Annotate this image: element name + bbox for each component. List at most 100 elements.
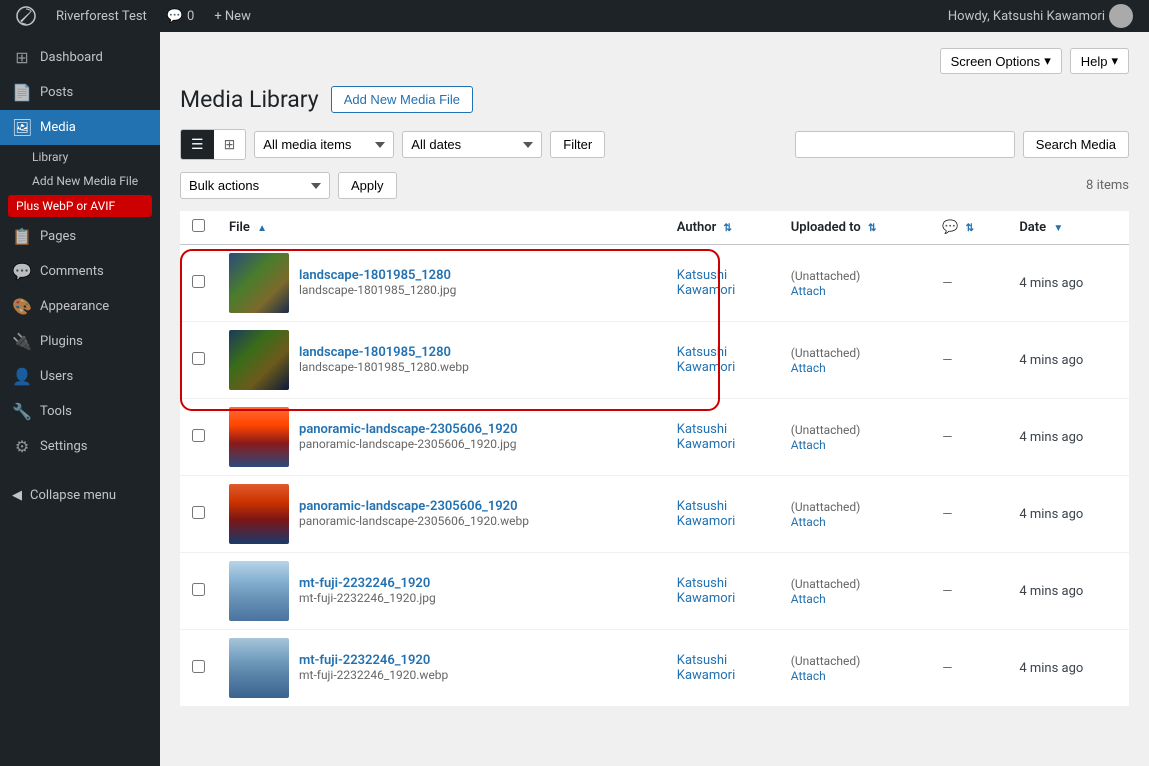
attach-link[interactable]: Attach [791, 515, 919, 529]
row-checkbox[interactable] [192, 275, 205, 288]
filter-date-select[interactable]: All dates [402, 131, 542, 158]
attach-link[interactable]: Attach [791, 438, 919, 452]
sidebar-item-plugins[interactable]: 🔌 Plugins [0, 324, 160, 359]
list-view-button[interactable]: ☰ [181, 130, 214, 159]
table-header: File ▲ Author ⇅ Uploaded to ⇅ 💬 [180, 211, 1129, 245]
add-new-media-button[interactable]: Add New Media File [331, 86, 473, 113]
file-name-link[interactable]: landscape-1801985_1280 [299, 345, 451, 360]
date-cell: 4 mins ago [1007, 553, 1129, 630]
items-count: 8 items [1086, 178, 1129, 193]
site-name-label: Riverforest Test [56, 9, 147, 24]
file-name-link[interactable]: mt-fuji-2232246_1920 [299, 576, 430, 591]
sidebar-item-comments[interactable]: 💬 Comments [0, 254, 160, 289]
howdy-button[interactable]: Howdy, Katsushi Kawamori [940, 0, 1141, 32]
sidebar-item-posts[interactable]: 📄 Posts [0, 75, 160, 110]
tools-icon: 🔧 [12, 402, 32, 421]
row-checkbox[interactable] [192, 429, 205, 442]
apply-button[interactable]: Apply [338, 172, 397, 199]
comment-count: — [942, 507, 952, 522]
bulk-actions-select[interactable]: Bulk actions [180, 172, 330, 199]
collapse-label: Collapse menu [30, 488, 116, 503]
users-icon: 👤 [12, 367, 32, 386]
attach-link[interactable]: Attach [791, 361, 919, 375]
filter-button[interactable]: Filter [550, 131, 605, 158]
author-cell: KatsushiKawamori [665, 245, 779, 322]
grid-view-button[interactable]: ⊞ [214, 130, 246, 159]
attach-link[interactable]: Attach [791, 284, 919, 298]
collapse-menu-button[interactable]: ◀ Collapse menu [0, 480, 160, 511]
file-cell: mt-fuji-2232246_1920 mt-fuji-2232246_192… [217, 630, 665, 707]
sidebar-item-pages[interactable]: 📋 Pages [0, 219, 160, 254]
file-name-link[interactable]: panoramic-landscape-2305606_1920 [299, 499, 518, 514]
media-toolbar: ☰ ⊞ All media items All dates Filter Sea… [180, 129, 1129, 160]
comment-count: — [942, 353, 952, 368]
attach-link[interactable]: Attach [791, 669, 919, 683]
site-name-button[interactable]: Riverforest Test [48, 0, 155, 32]
search-input[interactable] [795, 131, 1015, 158]
sidebar-item-settings[interactable]: ⚙ Settings [0, 429, 160, 464]
uploaded-to-column-header[interactable]: Uploaded to ⇅ [779, 211, 931, 245]
file-column-header[interactable]: File ▲ [217, 211, 665, 245]
date-value: 4 mins ago [1019, 276, 1083, 291]
file-name-link[interactable]: landscape-1801985_1280 [299, 268, 451, 283]
comment-cell: — [930, 476, 1007, 553]
date-cell: 4 mins ago [1007, 399, 1129, 476]
help-button[interactable]: Help ▾ [1070, 48, 1129, 74]
author-link[interactable]: KatsushiKawamori [677, 576, 735, 606]
view-toggle: ☰ ⊞ [180, 129, 246, 160]
date-column-header[interactable]: Date ▼ [1007, 211, 1129, 245]
wp-logo-button[interactable] [8, 0, 44, 32]
date-cell: 4 mins ago [1007, 476, 1129, 553]
author-link[interactable]: KatsushiKawamori [677, 653, 735, 683]
sidebar-item-tools[interactable]: 🔧 Tools [0, 394, 160, 429]
author-link[interactable]: KatsushiKawamori [677, 499, 735, 529]
author-link[interactable]: KatsushiKawamori [677, 268, 735, 298]
file-cell: mt-fuji-2232246_1920 mt-fuji-2232246_192… [217, 553, 665, 630]
unattached-label: (Unattached) [791, 269, 861, 283]
media-table: File ▲ Author ⇅ Uploaded to ⇅ 💬 [180, 211, 1129, 707]
comment-count: — [942, 276, 952, 291]
new-content-button[interactable]: + New [206, 0, 259, 32]
file-thumbnail [229, 330, 289, 390]
author-link[interactable]: KatsushiKawamori [677, 345, 735, 375]
submenu-plus-webp[interactable]: Plus WebP or AVIF [8, 195, 152, 217]
sidebar-item-label: Posts [40, 85, 73, 100]
unattached-label: (Unattached) [791, 577, 861, 591]
search-media-button[interactable]: Search Media [1023, 131, 1129, 158]
submenu-add-new[interactable]: Add New Media File [0, 169, 160, 193]
table-row: mt-fuji-2232246_1920 mt-fuji-2232246_192… [180, 553, 1129, 630]
comment-column-header[interactable]: 💬 ⇅ [930, 211, 1007, 245]
comment-cell: — [930, 399, 1007, 476]
uploaded-to-cell: (Unattached) Attach [779, 476, 931, 553]
file-sort-icon: ▲ [257, 223, 267, 234]
filter-type-select[interactable]: All media items [254, 131, 394, 158]
comments-button[interactable]: 💬 0 [159, 0, 203, 32]
sidebar-item-appearance[interactable]: 🎨 Appearance [0, 289, 160, 324]
submenu-library[interactable]: Library [0, 145, 160, 169]
row-checkbox-cell [180, 399, 217, 476]
date-value: 4 mins ago [1019, 507, 1083, 522]
uploaded-to-cell: (Unattached) Attach [779, 322, 931, 399]
author-cell: KatsushiKawamori [665, 630, 779, 707]
sidebar-item-users[interactable]: 👤 Users [0, 359, 160, 394]
row-checkbox[interactable] [192, 660, 205, 673]
file-name-link[interactable]: panoramic-landscape-2305606_1920 [299, 422, 518, 437]
file-thumbnail [229, 253, 289, 313]
file-name-link[interactable]: mt-fuji-2232246_1920 [299, 653, 430, 668]
date-value: 4 mins ago [1019, 584, 1083, 599]
sidebar-item-label: Media [40, 120, 76, 135]
sidebar-item-label: Settings [40, 439, 87, 454]
screen-options-button[interactable]: Screen Options ▾ [940, 48, 1062, 74]
select-all-checkbox[interactable] [192, 219, 205, 232]
media-icon: 🖼 [12, 118, 32, 137]
file-cell: landscape-1801985_1280 landscape-1801985… [217, 322, 665, 399]
attach-link[interactable]: Attach [791, 592, 919, 606]
row-checkbox[interactable] [192, 583, 205, 596]
table-row: mt-fuji-2232246_1920 mt-fuji-2232246_192… [180, 630, 1129, 707]
sidebar-item-media[interactable]: 🖼 Media [0, 110, 160, 145]
author-link[interactable]: KatsushiKawamori [677, 422, 735, 452]
author-column-header[interactable]: Author ⇅ [665, 211, 779, 245]
row-checkbox[interactable] [192, 506, 205, 519]
sidebar-item-dashboard[interactable]: ⊞ Dashboard [0, 40, 160, 75]
row-checkbox[interactable] [192, 352, 205, 365]
